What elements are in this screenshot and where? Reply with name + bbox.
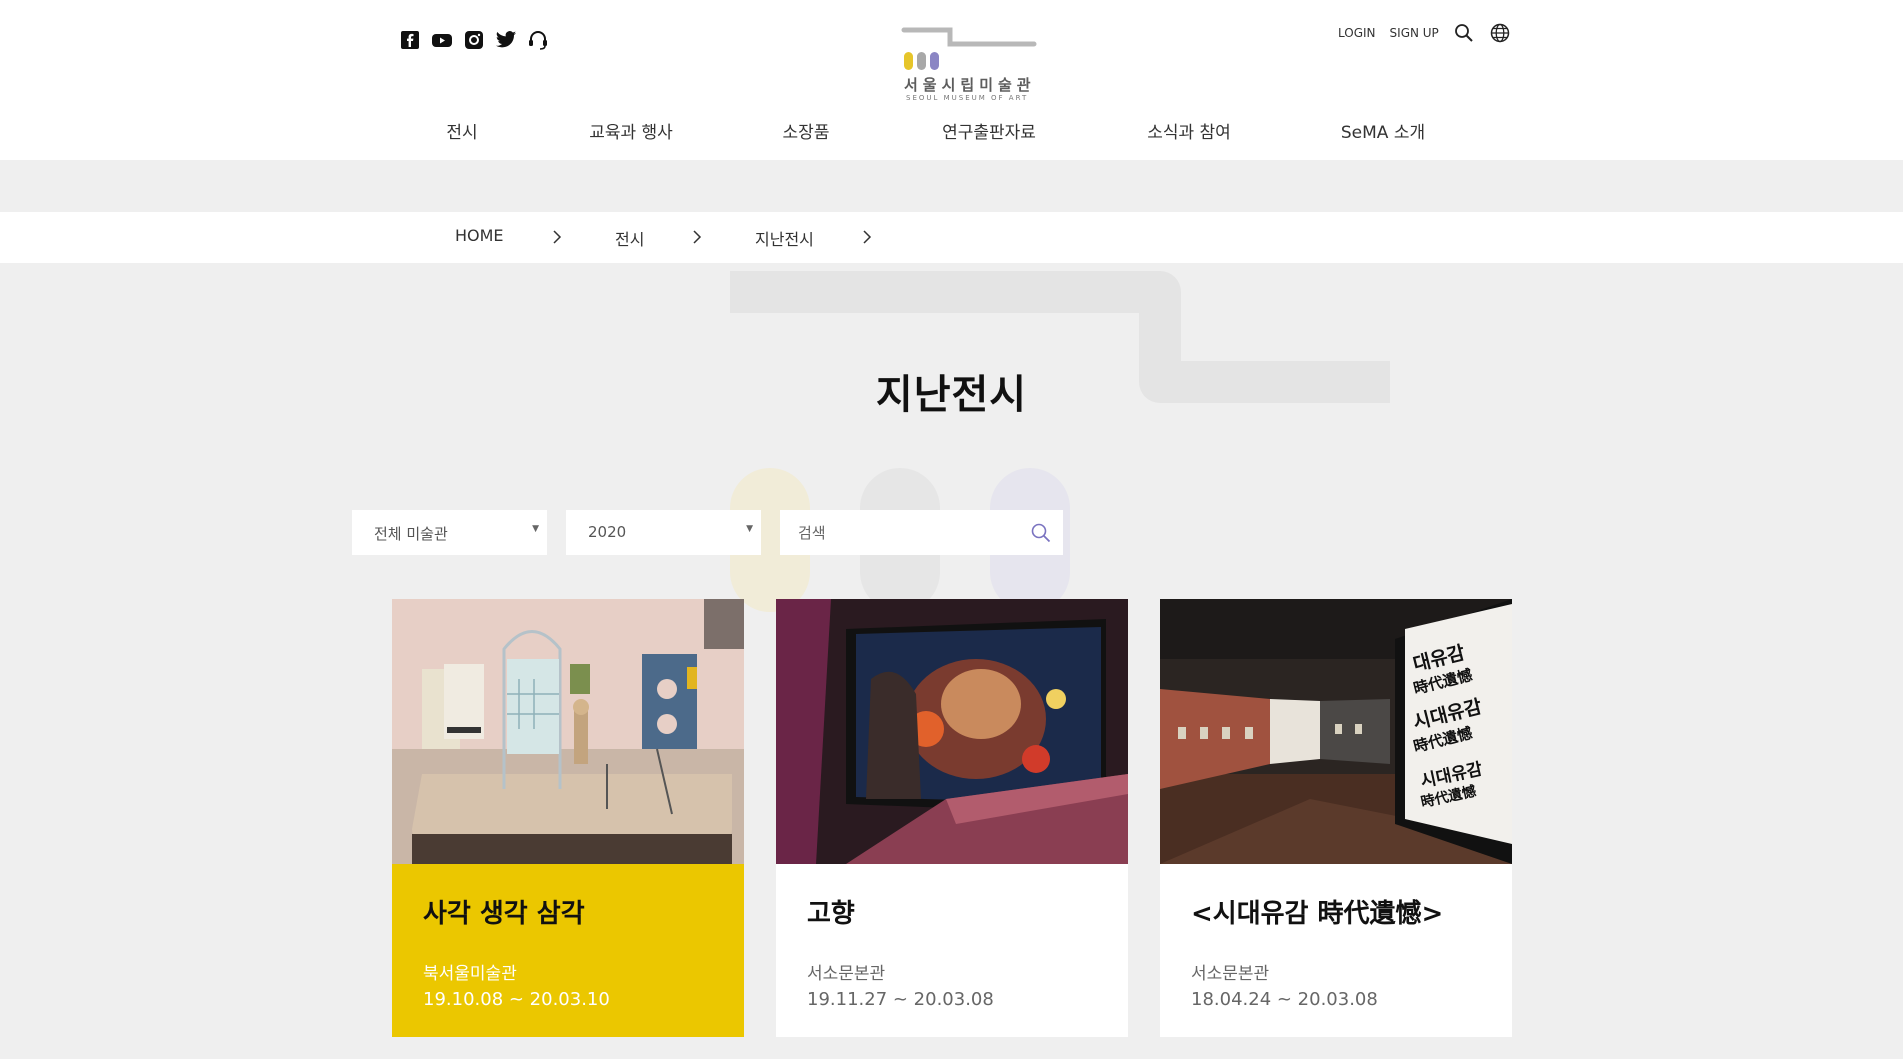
exhibition-title: <시대유감 時代遺憾> bbox=[1191, 899, 1444, 929]
nav-item-education-events[interactable]: 교육과 행사 bbox=[589, 118, 673, 143]
exhibition-thumbnail: 대유감 時代遺憾 시대유감 時代遺憾 시대유감 時代遺憾 bbox=[1160, 599, 1512, 864]
globe-icon[interactable] bbox=[1489, 22, 1511, 44]
exhibition-title: 사각 생각 삼각 bbox=[423, 899, 585, 929]
logo-english: SEOUL MUSEUM OF ART bbox=[906, 94, 1029, 102]
main-navigation: 전시 교육과 행사 소장품 연구출판자료 소식과 참여 SeMA 소개 bbox=[0, 118, 1903, 148]
breadcrumb-exhibitions[interactable]: 전시 bbox=[615, 226, 644, 250]
signup-link[interactable]: SIGN UP bbox=[1390, 26, 1439, 40]
exhibition-venue: 서소문본관 bbox=[807, 964, 886, 984]
search-box bbox=[780, 510, 1063, 555]
exhibition-card[interactable]: 고향 서소문본관 19.11.27 ~ 20.03.08 bbox=[776, 599, 1128, 1037]
logo-korean: 서울시립미술관 bbox=[904, 76, 1036, 94]
exhibition-title: 고향 bbox=[807, 899, 855, 929]
youtube-icon[interactable] bbox=[430, 28, 454, 52]
breadcrumb: HOME 전시 지난전시 bbox=[0, 212, 1903, 263]
exhibition-thumbnail bbox=[392, 599, 744, 864]
site-logo[interactable]: 서울시립미술관 SEOUL MUSEUM OF ART bbox=[900, 26, 1040, 106]
search-icon[interactable] bbox=[1453, 22, 1475, 44]
login-link[interactable]: LOGIN bbox=[1338, 26, 1376, 40]
exhibition-dates: 18.04.24 ~ 20.03.08 bbox=[1191, 989, 1378, 1010]
instagram-icon[interactable] bbox=[462, 28, 486, 52]
exhibition-venue: 북서울미술관 bbox=[423, 964, 517, 984]
search-icon[interactable] bbox=[1029, 521, 1053, 545]
nav-item-news-participation[interactable]: 소식과 참여 bbox=[1147, 118, 1231, 143]
exhibition-thumbnail bbox=[776, 599, 1128, 864]
nav-item-collection[interactable]: 소장품 bbox=[783, 118, 830, 143]
headset-icon[interactable] bbox=[526, 28, 550, 52]
page-title: 지난전시 bbox=[875, 372, 1028, 418]
exhibition-dates: 19.11.27 ~ 20.03.08 bbox=[807, 989, 994, 1010]
breadcrumb-past-exhibitions[interactable]: 지난전시 bbox=[755, 226, 814, 250]
exhibition-card[interactable]: 사각 생각 삼각 북서울미술관 19.10.08 ~ 20.03.10 bbox=[392, 599, 744, 1037]
chevron-right-icon bbox=[553, 230, 562, 244]
dropdown-arrow-icon: ▼ bbox=[532, 524, 539, 534]
chevron-right-icon bbox=[693, 230, 702, 244]
museum-select[interactable]: 전체 미술관 ▼ bbox=[352, 510, 547, 555]
chevron-right-icon[interactable] bbox=[858, 228, 876, 246]
breadcrumb-home[interactable]: HOME bbox=[455, 226, 504, 245]
exhibition-dates: 19.10.08 ~ 20.03.10 bbox=[423, 989, 610, 1010]
search-input[interactable] bbox=[780, 510, 1020, 555]
logo-mark bbox=[901, 27, 1037, 70]
background-logo-decoration bbox=[730, 271, 1390, 612]
social-links bbox=[398, 28, 550, 52]
site-header: 서울시립미술관 SEOUL MUSEUM OF ART LOGIN SIGN U… bbox=[0, 0, 1903, 160]
year-select-value: 2020 bbox=[588, 523, 627, 541]
dropdown-arrow-icon: ▼ bbox=[746, 524, 753, 534]
exhibition-venue: 서소문본관 bbox=[1191, 964, 1270, 984]
nav-item-exhibitions[interactable]: 전시 bbox=[446, 118, 477, 143]
exhibition-card[interactable]: 대유감 時代遺憾 시대유감 時代遺憾 시대유감 時代遺憾 <시대유감 時代遺憾>… bbox=[1160, 599, 1512, 1037]
facebook-icon[interactable] bbox=[398, 28, 422, 52]
utility-menu: LOGIN SIGN UP bbox=[1338, 22, 1511, 44]
twitter-icon[interactable] bbox=[494, 28, 518, 52]
nav-item-about-sema[interactable]: SeMA 소개 bbox=[1341, 118, 1425, 143]
year-select[interactable]: 2020 ▼ bbox=[566, 510, 761, 555]
nav-item-research-publications[interactable]: 연구출판자료 bbox=[942, 118, 1036, 143]
museum-select-value: 전체 미술관 bbox=[374, 525, 448, 543]
